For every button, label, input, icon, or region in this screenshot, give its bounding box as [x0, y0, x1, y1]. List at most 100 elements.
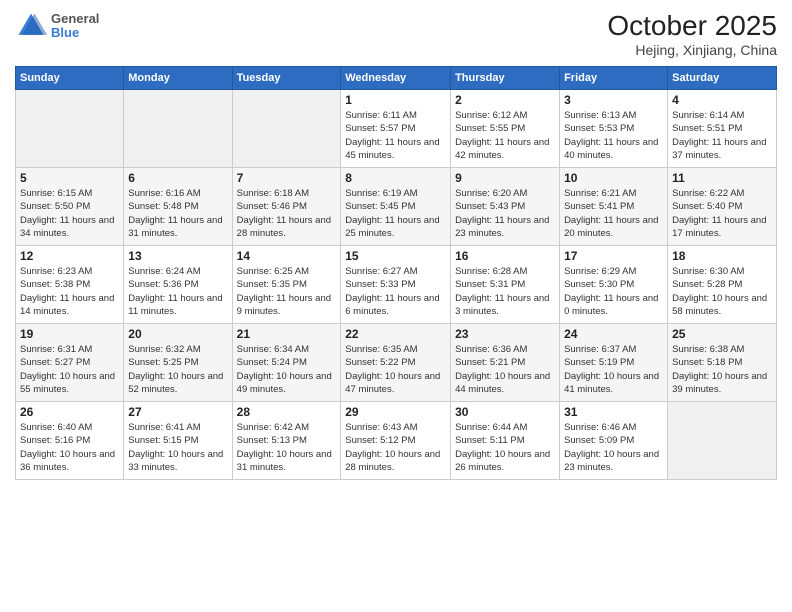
- day-info: Sunrise: 6:24 AM Sunset: 5:36 PM Dayligh…: [128, 265, 227, 318]
- daylight-text: Daylight: 11 hours and 40 minutes.: [564, 137, 658, 161]
- day-number: 25: [672, 327, 772, 341]
- calendar-day-cell: 19 Sunrise: 6:31 AM Sunset: 5:27 PM Dayl…: [16, 324, 124, 402]
- day-number: 3: [564, 93, 663, 107]
- sunset-text: Sunset: 5:53 PM: [564, 123, 634, 134]
- logo: General Blue: [15, 10, 99, 42]
- day-info: Sunrise: 6:40 AM Sunset: 5:16 PM Dayligh…: [20, 421, 119, 474]
- day-number: 7: [237, 171, 337, 185]
- sunset-text: Sunset: 5:36 PM: [128, 279, 198, 290]
- daylight-text: Daylight: 11 hours and 20 minutes.: [564, 215, 658, 239]
- sunrise-text: Sunrise: 6:13 AM: [564, 110, 636, 121]
- day-info: Sunrise: 6:19 AM Sunset: 5:45 PM Dayligh…: [345, 187, 446, 240]
- day-info: Sunrise: 6:15 AM Sunset: 5:50 PM Dayligh…: [20, 187, 119, 240]
- calendar-day-cell: 9 Sunrise: 6:20 AM Sunset: 5:43 PM Dayli…: [451, 168, 560, 246]
- calendar-week-row: 5 Sunrise: 6:15 AM Sunset: 5:50 PM Dayli…: [16, 168, 777, 246]
- daylight-text: Daylight: 11 hours and 3 minutes.: [455, 293, 549, 317]
- sunset-text: Sunset: 5:51 PM: [672, 123, 742, 134]
- sunset-text: Sunset: 5:13 PM: [237, 435, 307, 446]
- daylight-text: Daylight: 10 hours and 47 minutes.: [345, 371, 440, 395]
- day-number: 24: [564, 327, 663, 341]
- calendar-day-cell: 13 Sunrise: 6:24 AM Sunset: 5:36 PM Dayl…: [124, 246, 232, 324]
- calendar-day-cell: 27 Sunrise: 6:41 AM Sunset: 5:15 PM Dayl…: [124, 402, 232, 480]
- page: General Blue October 2025 Hejing, Xinjia…: [0, 0, 792, 612]
- day-info: Sunrise: 6:21 AM Sunset: 5:41 PM Dayligh…: [564, 187, 663, 240]
- daylight-text: Daylight: 10 hours and 39 minutes.: [672, 371, 767, 395]
- daylight-text: Daylight: 10 hours and 55 minutes.: [20, 371, 115, 395]
- day-number: 1: [345, 93, 446, 107]
- daylight-text: Daylight: 10 hours and 44 minutes.: [455, 371, 550, 395]
- calendar-day-cell: 16 Sunrise: 6:28 AM Sunset: 5:31 PM Dayl…: [451, 246, 560, 324]
- sunset-text: Sunset: 5:16 PM: [20, 435, 90, 446]
- daylight-text: Daylight: 11 hours and 37 minutes.: [672, 137, 766, 161]
- sunrise-text: Sunrise: 6:34 AM: [237, 344, 309, 355]
- sunset-text: Sunset: 5:50 PM: [20, 201, 90, 212]
- calendar-day-cell: 2 Sunrise: 6:12 AM Sunset: 5:55 PM Dayli…: [451, 90, 560, 168]
- day-info: Sunrise: 6:31 AM Sunset: 5:27 PM Dayligh…: [20, 343, 119, 396]
- calendar-day-cell: 15 Sunrise: 6:27 AM Sunset: 5:33 PM Dayl…: [341, 246, 451, 324]
- calendar-day-cell: 28 Sunrise: 6:42 AM Sunset: 5:13 PM Dayl…: [232, 402, 341, 480]
- sunrise-text: Sunrise: 6:31 AM: [20, 344, 92, 355]
- day-number: 30: [455, 405, 555, 419]
- calendar-day-cell: 17 Sunrise: 6:29 AM Sunset: 5:30 PM Dayl…: [560, 246, 668, 324]
- calendar-day-cell: 20 Sunrise: 6:32 AM Sunset: 5:25 PM Dayl…: [124, 324, 232, 402]
- daylight-text: Daylight: 11 hours and 34 minutes.: [20, 215, 114, 239]
- sunset-text: Sunset: 5:31 PM: [455, 279, 525, 290]
- sunset-text: Sunset: 5:43 PM: [455, 201, 525, 212]
- sunrise-text: Sunrise: 6:15 AM: [20, 188, 92, 199]
- sunset-text: Sunset: 5:46 PM: [237, 201, 307, 212]
- day-number: 29: [345, 405, 446, 419]
- calendar-week-row: 19 Sunrise: 6:31 AM Sunset: 5:27 PM Dayl…: [16, 324, 777, 402]
- day-number: 23: [455, 327, 555, 341]
- sunrise-text: Sunrise: 6:28 AM: [455, 266, 527, 277]
- day-info: Sunrise: 6:37 AM Sunset: 5:19 PM Dayligh…: [564, 343, 663, 396]
- day-number: 26: [20, 405, 119, 419]
- day-info: Sunrise: 6:14 AM Sunset: 5:51 PM Dayligh…: [672, 109, 772, 162]
- day-number: 15: [345, 249, 446, 263]
- daylight-text: Daylight: 10 hours and 31 minutes.: [237, 449, 332, 473]
- sunset-text: Sunset: 5:55 PM: [455, 123, 525, 134]
- day-info: Sunrise: 6:27 AM Sunset: 5:33 PM Dayligh…: [345, 265, 446, 318]
- day-info: Sunrise: 6:34 AM Sunset: 5:24 PM Dayligh…: [237, 343, 337, 396]
- sunrise-text: Sunrise: 6:14 AM: [672, 110, 744, 121]
- sunrise-text: Sunrise: 6:19 AM: [345, 188, 417, 199]
- calendar-day-cell: 31 Sunrise: 6:46 AM Sunset: 5:09 PM Dayl…: [560, 402, 668, 480]
- daylight-text: Daylight: 11 hours and 31 minutes.: [128, 215, 222, 239]
- calendar-subtitle: Hejing, Xinjiang, China: [607, 42, 777, 58]
- sunrise-text: Sunrise: 6:22 AM: [672, 188, 744, 199]
- sunset-text: Sunset: 5:38 PM: [20, 279, 90, 290]
- sunset-text: Sunset: 5:15 PM: [128, 435, 198, 446]
- calendar-day-cell: [124, 90, 232, 168]
- day-info: Sunrise: 6:43 AM Sunset: 5:12 PM Dayligh…: [345, 421, 446, 474]
- header: General Blue October 2025 Hejing, Xinjia…: [15, 10, 777, 58]
- day-info: Sunrise: 6:16 AM Sunset: 5:48 PM Dayligh…: [128, 187, 227, 240]
- sunrise-text: Sunrise: 6:46 AM: [564, 422, 636, 433]
- calendar-day-cell: [668, 402, 777, 480]
- calendar-day-cell: 21 Sunrise: 6:34 AM Sunset: 5:24 PM Dayl…: [232, 324, 341, 402]
- sunrise-text: Sunrise: 6:36 AM: [455, 344, 527, 355]
- calendar-day-cell: 25 Sunrise: 6:38 AM Sunset: 5:18 PM Dayl…: [668, 324, 777, 402]
- sunrise-text: Sunrise: 6:11 AM: [345, 110, 417, 121]
- daylight-text: Daylight: 11 hours and 17 minutes.: [672, 215, 766, 239]
- day-number: 18: [672, 249, 772, 263]
- sunrise-text: Sunrise: 6:12 AM: [455, 110, 527, 121]
- day-info: Sunrise: 6:18 AM Sunset: 5:46 PM Dayligh…: [237, 187, 337, 240]
- sunset-text: Sunset: 5:25 PM: [128, 357, 198, 368]
- day-info: Sunrise: 6:41 AM Sunset: 5:15 PM Dayligh…: [128, 421, 227, 474]
- sunrise-text: Sunrise: 6:42 AM: [237, 422, 309, 433]
- calendar-title: October 2025: [607, 10, 777, 42]
- day-number: 12: [20, 249, 119, 263]
- day-info: Sunrise: 6:25 AM Sunset: 5:35 PM Dayligh…: [237, 265, 337, 318]
- sunrise-text: Sunrise: 6:40 AM: [20, 422, 92, 433]
- daylight-text: Daylight: 10 hours and 36 minutes.: [20, 449, 115, 473]
- day-number: 9: [455, 171, 555, 185]
- daylight-text: Daylight: 11 hours and 0 minutes.: [564, 293, 658, 317]
- calendar-week-row: 1 Sunrise: 6:11 AM Sunset: 5:57 PM Dayli…: [16, 90, 777, 168]
- sunrise-text: Sunrise: 6:43 AM: [345, 422, 417, 433]
- day-number: 5: [20, 171, 119, 185]
- sunrise-text: Sunrise: 6:37 AM: [564, 344, 636, 355]
- calendar-day-cell: 24 Sunrise: 6:37 AM Sunset: 5:19 PM Dayl…: [560, 324, 668, 402]
- sunrise-text: Sunrise: 6:25 AM: [237, 266, 309, 277]
- calendar-day-cell: 18 Sunrise: 6:30 AM Sunset: 5:28 PM Dayl…: [668, 246, 777, 324]
- calendar-day-cell: 12 Sunrise: 6:23 AM Sunset: 5:38 PM Dayl…: [16, 246, 124, 324]
- calendar-day-cell: 22 Sunrise: 6:35 AM Sunset: 5:22 PM Dayl…: [341, 324, 451, 402]
